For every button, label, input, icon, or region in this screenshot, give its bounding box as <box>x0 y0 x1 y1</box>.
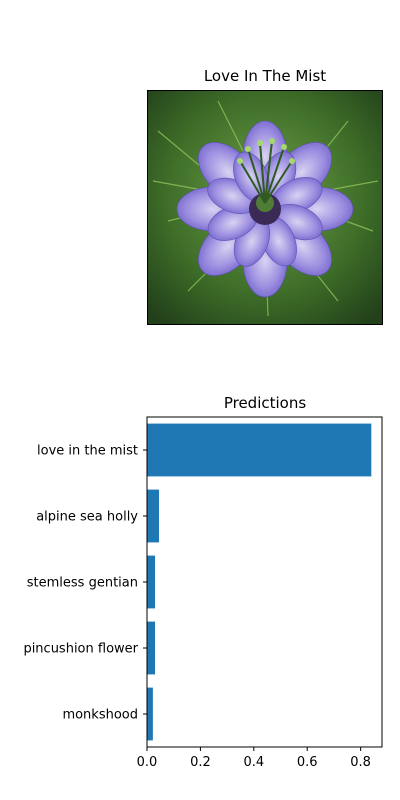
x-tick-label-3: 0.6 <box>297 755 318 770</box>
y-tick-label-2: stemless gentian <box>27 576 138 591</box>
bar-3 <box>147 621 156 675</box>
x-tick-label-0: 0.0 <box>137 755 158 770</box>
bar-0 <box>147 423 372 477</box>
y-tick-label-4: monkshood <box>62 708 138 723</box>
y-tick-label-3: pincushion flower <box>23 642 138 657</box>
predictions-chart: love in the mist alpine sea holly stemless… <box>23 416 383 770</box>
y-tick-label-1: alpine sea holly <box>36 510 138 525</box>
x-tick-label-1: 0.2 <box>190 755 211 770</box>
bar-1 <box>147 489 160 543</box>
bar-2 <box>147 555 156 609</box>
y-tick-label-0: love in the mist <box>37 444 138 459</box>
x-tick-label-4: 0.8 <box>350 755 371 770</box>
x-tick-label-2: 0.4 <box>243 755 264 770</box>
bar-4 <box>147 687 153 741</box>
